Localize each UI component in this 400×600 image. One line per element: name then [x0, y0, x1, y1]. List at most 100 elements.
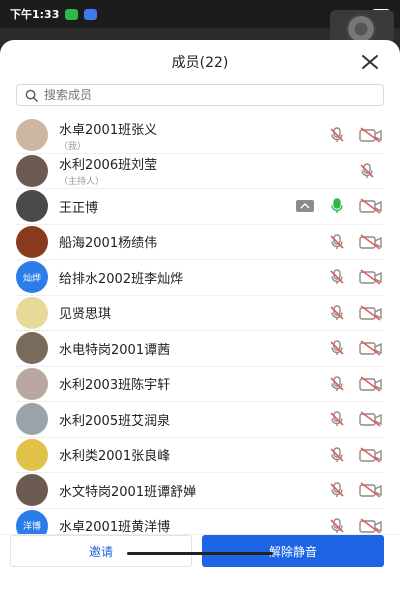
mic-muted-icon[interactable]	[326, 304, 348, 322]
mic-muted-icon[interactable]	[326, 410, 348, 428]
avatar	[16, 296, 48, 329]
member-row[interactable]: 水文特岗2001班谭舒婵	[16, 473, 384, 509]
member-name: 水卓2001班黄洋博	[59, 520, 171, 536]
status-time: 下午1:33	[10, 8, 60, 21]
floating-video-window[interactable]	[330, 10, 394, 44]
mic-muted-icon[interactable]	[326, 339, 348, 357]
member-names: 王正博	[59, 197, 98, 216]
member-names: 水利2005班艾润泉	[59, 410, 170, 429]
avatar-initials: 灿烨	[22, 273, 41, 284]
avatar-initials: 洋博	[22, 522, 41, 533]
member-list[interactable]: 水卓2001班张义 （我） 水利2006班刘莹 （主持人） 王正博船海2001杨绩伟灿烨…	[0, 118, 400, 564]
camera-off-icon[interactable]	[358, 481, 384, 499]
member-names: 见贤思琪	[59, 303, 111, 322]
avatar: 灿烨	[16, 261, 48, 294]
camera-off-icon[interactable]	[358, 375, 384, 393]
member-row[interactable]: 水利2003班陈宇轩	[16, 367, 384, 402]
mic-muted-icon[interactable]	[356, 162, 378, 180]
avatar	[16, 154, 48, 187]
member-controls	[326, 331, 384, 366]
member-role: （我）	[59, 141, 87, 152]
camera-off-icon[interactable]	[358, 304, 384, 322]
camera-off-icon[interactable]	[358, 410, 384, 428]
mic-muted-icon[interactable]	[326, 517, 348, 535]
member-name: 见贤思琪	[59, 307, 112, 323]
member-name: 水利2003班陈宇轩	[59, 378, 171, 394]
avatar	[16, 403, 48, 436]
search-icon	[25, 89, 38, 102]
member-name: 给排水2002班李灿烨	[59, 271, 184, 287]
camera-off-icon[interactable]	[358, 517, 384, 535]
member-names: 水电特岗2001谭茜	[59, 339, 170, 358]
member-names: 船海2001杨绩伟	[59, 232, 157, 251]
member-controls	[326, 402, 384, 437]
member-names: 水卓2001班黄洋博	[59, 516, 170, 535]
camera-off-icon[interactable]	[358, 126, 384, 144]
member-name: 水利2006班刘莹	[59, 158, 158, 174]
member-row[interactable]: 王正博	[16, 189, 384, 225]
panel-title: 成员(22)	[171, 55, 229, 71]
member-controls	[326, 367, 384, 402]
search-field[interactable]	[16, 84, 384, 106]
member-name: 王正博	[59, 200, 99, 216]
camera-off-icon[interactable]	[358, 339, 384, 357]
camera-off-icon[interactable]	[358, 446, 384, 464]
member-name: 水利类2001张良峰	[59, 449, 171, 465]
member-controls	[326, 438, 384, 473]
member-role: （主持人）	[59, 177, 105, 188]
avatar	[16, 367, 48, 400]
member-names: 水利2003班陈宇轩	[59, 374, 170, 393]
panel-header: 成员(22)	[0, 40, 400, 84]
mic-muted-icon[interactable]	[326, 481, 348, 499]
avatar	[16, 190, 48, 223]
unmute-all-button[interactable]: 解除静音	[202, 535, 384, 567]
member-controls	[356, 154, 384, 189]
camera-off-icon[interactable]	[358, 233, 384, 251]
close-icon[interactable]	[360, 52, 380, 72]
avatar	[16, 474, 48, 507]
camera-off-icon[interactable]	[358, 268, 384, 286]
mic-muted-icon[interactable]	[326, 233, 348, 251]
member-row[interactable]: 见贤思琪	[16, 296, 384, 331]
member-names: 给排水2002班李灿烨	[59, 268, 183, 287]
mic-muted-icon[interactable]	[326, 268, 348, 286]
mic-muted-icon[interactable]	[326, 375, 348, 393]
member-controls	[326, 473, 384, 508]
member-name: 水电特岗2001谭茜	[59, 342, 171, 358]
member-controls	[326, 225, 384, 260]
camera-off-icon[interactable]	[358, 197, 384, 215]
member-name: 船海2001杨绩伟	[59, 236, 158, 252]
member-controls	[326, 260, 384, 295]
member-controls	[294, 189, 384, 224]
app-notification-icon	[84, 8, 98, 20]
avatar	[16, 332, 48, 365]
mic-muted-icon[interactable]	[326, 446, 348, 464]
screen-share-icon[interactable]	[294, 197, 316, 215]
member-row[interactable]: 灿烨 给排水2002班李灿烨	[16, 260, 384, 296]
member-names: 水利类2001张良峰	[59, 445, 170, 464]
member-controls	[326, 118, 384, 153]
wechat-icon	[65, 8, 79, 20]
member-row[interactable]: 水利类2001张良峰	[16, 438, 384, 473]
member-name: 水卓2001班张义	[59, 122, 158, 138]
members-panel: 成员(22) 水卓2001班张义 （我） 水利2006班刘莹 （主持人） 王正博船海20…	[0, 40, 400, 600]
member-name: 水文特岗2001班谭舒婵	[59, 484, 197, 500]
member-names: 水文特岗2001班谭舒婵	[59, 481, 196, 500]
member-row[interactable]: 船海2001杨绩伟	[16, 225, 384, 260]
member-names: 水利2006班刘莹 （主持人）	[59, 154, 157, 187]
search-input[interactable]	[44, 88, 344, 102]
member-row[interactable]: 水电特岗2001谭茜	[16, 331, 384, 367]
member-names: 水卓2001班张义 （我）	[59, 119, 157, 152]
avatar	[16, 438, 48, 471]
member-row[interactable]: 水利2005班艾润泉	[16, 402, 384, 438]
member-name: 水利2005班艾润泉	[59, 413, 171, 429]
invite-button[interactable]: 邀请	[10, 535, 192, 567]
member-controls	[326, 296, 384, 331]
bottom-action-bar: 邀请 解除静音	[0, 534, 400, 600]
mic-active-icon[interactable]	[326, 197, 348, 215]
member-row[interactable]: 水卓2001班张义 （我）	[16, 118, 384, 154]
avatar	[16, 225, 48, 258]
member-row[interactable]: 水利2006班刘莹 （主持人）	[16, 154, 384, 189]
avatar	[16, 119, 48, 152]
mic-muted-icon[interactable]	[326, 126, 348, 144]
